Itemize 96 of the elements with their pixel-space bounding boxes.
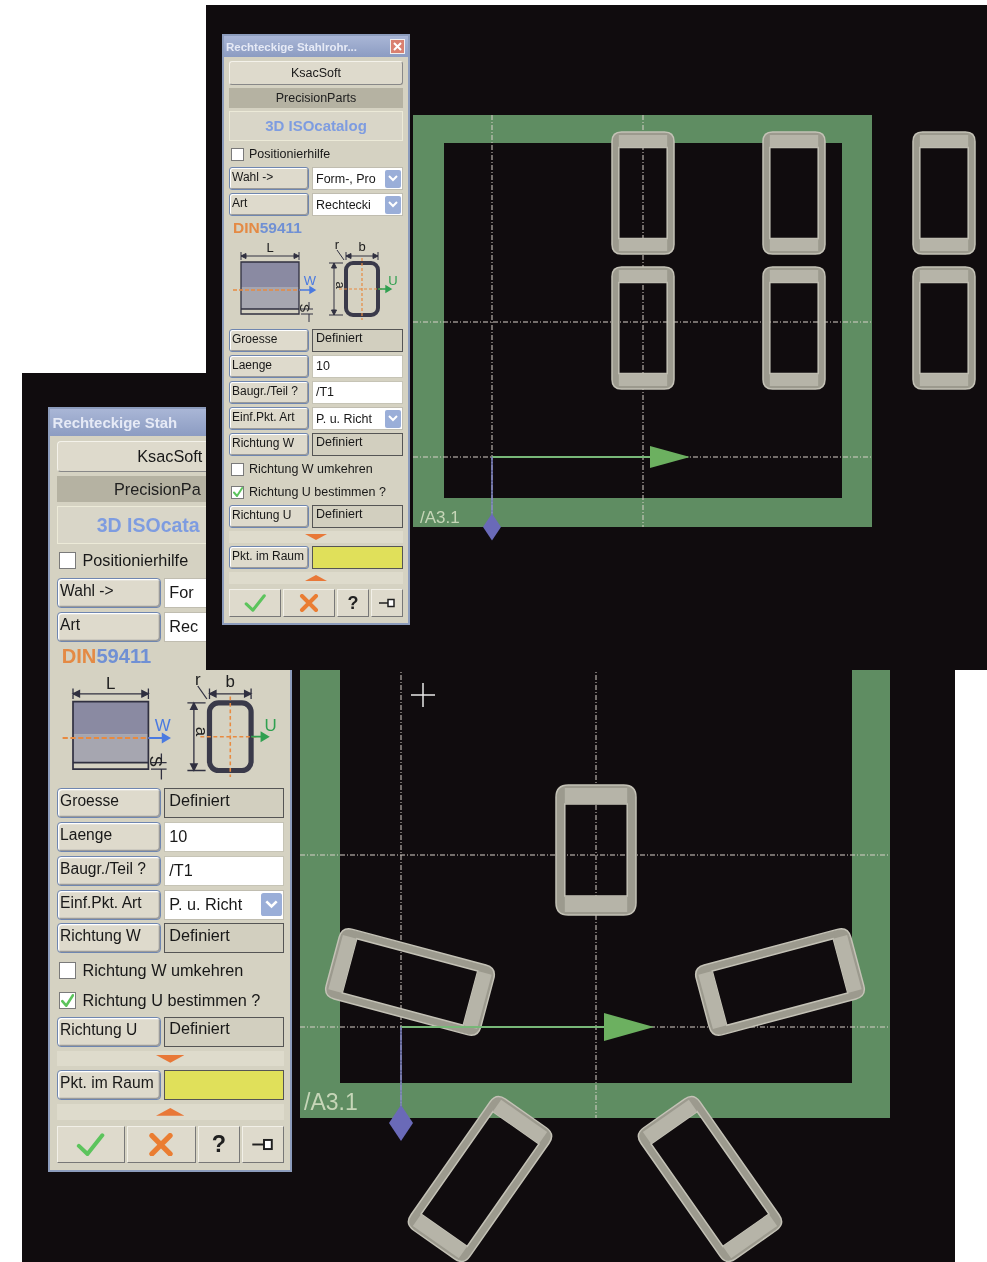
field-button[interactable]: Richtung U xyxy=(229,505,309,528)
field-button[interactable]: Wahl -> xyxy=(56,577,161,608)
color-swatch[interactable] xyxy=(164,1070,284,1101)
field-button[interactable]: Wahl -> xyxy=(229,167,309,190)
checkbox-label: Richtung W umkehren xyxy=(82,960,244,980)
standard-label: DIN59411 xyxy=(232,219,302,237)
checkbox-label: Richtung U bestimmen ? xyxy=(82,990,261,1010)
triangle-down-icon xyxy=(155,1054,185,1063)
cross-icon xyxy=(299,594,319,612)
checkbox[interactable] xyxy=(59,991,76,1009)
check-icon xyxy=(232,487,243,497)
field-button[interactable]: Baugr./Teil ? xyxy=(56,855,161,886)
checkbox[interactable] xyxy=(231,147,244,161)
dimension-label: b xyxy=(225,672,235,691)
color-swatch[interactable] xyxy=(312,546,403,569)
field-button[interactable]: Pkt. im Raum xyxy=(229,546,309,569)
ok-button[interactable] xyxy=(56,1126,125,1163)
readonly-field: Definiert xyxy=(312,505,403,528)
pin-button[interactable] xyxy=(242,1126,284,1163)
input-field[interactable]: 10 xyxy=(312,355,403,378)
readonly-field: Definiert xyxy=(312,433,403,456)
dimension-label: r xyxy=(334,240,340,252)
field-button[interactable]: Richtung W xyxy=(56,923,161,954)
readonly-field: Definiert xyxy=(312,329,403,352)
layer-label: /A3.1 xyxy=(420,508,460,527)
dimension-label: W xyxy=(154,716,171,736)
field-button[interactable]: Art xyxy=(229,193,309,216)
dimension-label: a xyxy=(192,726,212,736)
diamond-marker xyxy=(389,1105,413,1141)
field-button[interactable]: Groesse xyxy=(229,329,309,352)
window-title: Rechteckige Stahlrohr... xyxy=(226,40,357,53)
field-button[interactable]: Pkt. im Raum xyxy=(56,1070,161,1101)
pin-icon xyxy=(378,598,396,608)
close-button[interactable] xyxy=(390,39,405,54)
field-button[interactable]: Einf.Pkt. Art xyxy=(56,889,161,920)
field-button[interactable]: Groesse xyxy=(56,788,161,819)
input-field[interactable]: 10 xyxy=(164,822,284,853)
checkbox[interactable] xyxy=(231,462,244,476)
pin-button[interactable] xyxy=(371,589,403,617)
ok-button[interactable] xyxy=(229,589,281,617)
readonly-field: Definiert xyxy=(164,1017,284,1047)
checkbox[interactable] xyxy=(59,552,76,570)
help-button[interactable]: ? xyxy=(337,589,369,617)
triangle-down-icon xyxy=(305,534,327,540)
dimension-label: U xyxy=(264,716,277,736)
dimension-label: U xyxy=(388,273,398,288)
dimension-label: W xyxy=(303,273,317,288)
dimension-label: L xyxy=(266,240,274,255)
field-button[interactable]: Laenge xyxy=(229,355,309,378)
dimension-label: L xyxy=(105,673,116,693)
dimension-label: S xyxy=(297,303,312,313)
field-button[interactable]: Richtung W xyxy=(229,433,309,456)
field-button[interactable]: Art xyxy=(56,611,161,642)
panel-button[interactable]: KsacSoft xyxy=(229,61,403,85)
field-button[interactable]: Einf.Pkt. Art xyxy=(229,407,309,430)
checkbox-label: Positionierhilfe xyxy=(249,147,331,161)
dropdown[interactable]: Form-, Pro xyxy=(312,167,403,190)
diamond-marker xyxy=(483,513,501,541)
input-field[interactable]: /T1 xyxy=(164,855,284,886)
caret-icon xyxy=(260,892,282,917)
pin-icon xyxy=(251,1137,275,1151)
close-icon xyxy=(393,42,402,51)
checkbox-label: Positionierhilfe xyxy=(82,551,189,571)
triangle-up-icon xyxy=(155,1108,185,1116)
help-button[interactable]: ? xyxy=(198,1126,240,1163)
check-icon xyxy=(61,993,75,1007)
dropdown[interactable]: Rechtecki xyxy=(312,193,403,216)
dimension-label: a xyxy=(333,281,348,289)
checkbox[interactable] xyxy=(59,961,76,979)
field-button[interactable]: Richtung U xyxy=(56,1017,161,1047)
caret-icon xyxy=(385,169,401,188)
readonly-field: Definiert xyxy=(164,788,284,819)
dropdown[interactable]: P. u. Richt xyxy=(164,889,284,920)
catalog-logo: 3D ISOcatalog xyxy=(229,111,403,141)
layer-label: /A3.1 xyxy=(304,1089,358,1115)
field-button[interactable]: Baugr./Teil ? xyxy=(229,381,309,404)
check-icon xyxy=(76,1132,105,1157)
check-icon xyxy=(244,594,266,612)
dimension-label: r xyxy=(194,672,201,689)
field-button[interactable]: Laenge xyxy=(56,822,161,853)
standard-label: DIN59411 xyxy=(60,645,152,669)
caret-icon xyxy=(385,409,401,428)
triangle-up-icon xyxy=(305,575,327,581)
cross-icon xyxy=(148,1132,175,1157)
dimension-label: b xyxy=(358,240,366,254)
crosshair-icon xyxy=(410,682,436,708)
checkbox[interactable] xyxy=(231,485,244,499)
dimension-label: S xyxy=(145,755,165,767)
window-title: Rechteckige Stah xyxy=(52,413,178,431)
section-header: PrecisionParts xyxy=(229,88,403,108)
cancel-button[interactable] xyxy=(127,1126,196,1163)
dropdown[interactable]: P. u. Richt xyxy=(312,407,403,430)
cancel-button[interactable] xyxy=(283,589,335,617)
caret-icon xyxy=(385,195,401,214)
input-field[interactable]: /T1 xyxy=(312,381,403,404)
readonly-field: Definiert xyxy=(164,923,284,954)
